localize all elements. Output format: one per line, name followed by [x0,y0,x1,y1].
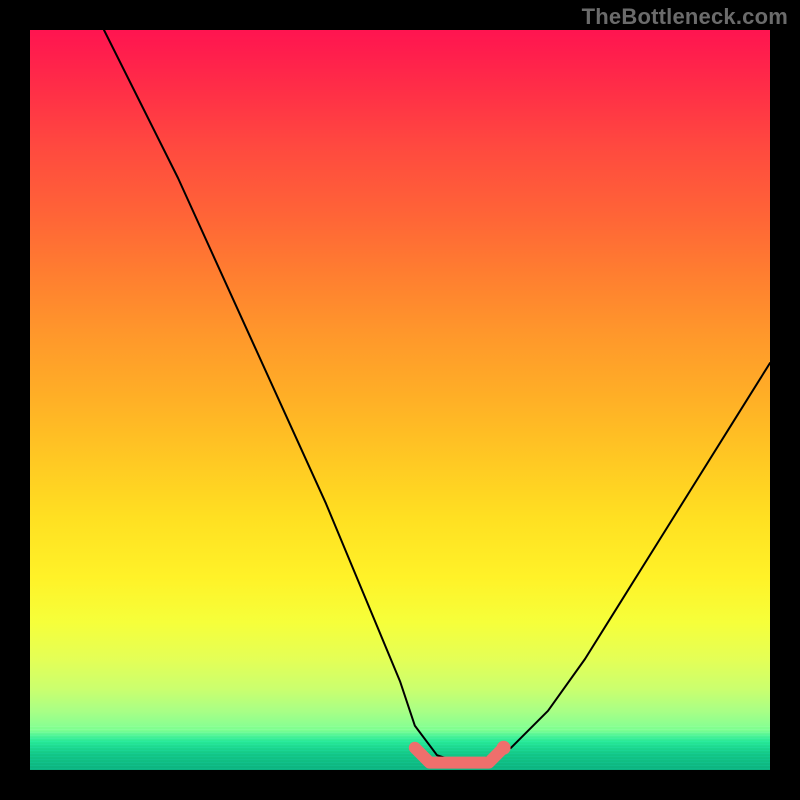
curve-layer [30,30,770,770]
plot-area [30,30,770,770]
highlight-end-dot [497,741,511,755]
bottleneck-curve-path [104,30,770,763]
chart-frame: TheBottleneck.com [0,0,800,800]
watermark-text: TheBottleneck.com [582,4,788,30]
highlight-floor-path [415,748,504,763]
